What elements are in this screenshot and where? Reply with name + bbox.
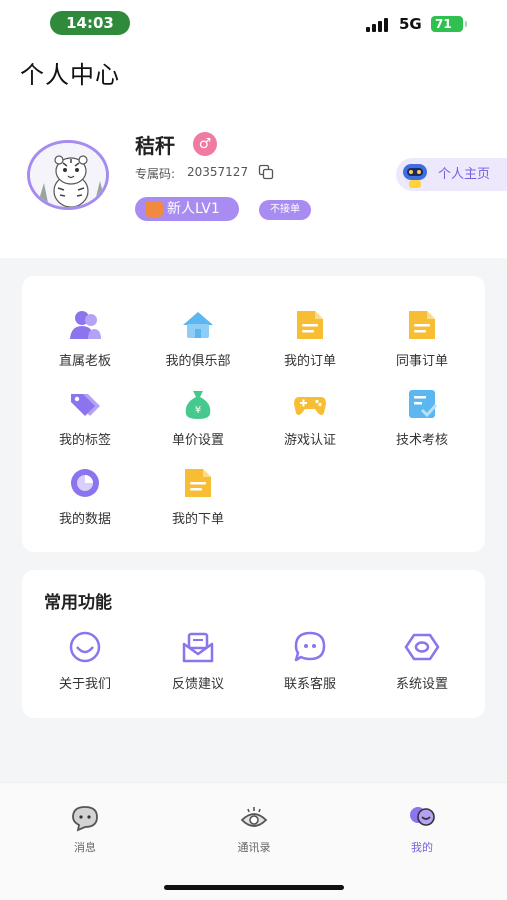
level-crown-icon xyxy=(145,201,163,217)
section-title: 常用功能 xyxy=(44,593,112,613)
money-bag-icon: ¥ xyxy=(185,391,211,419)
level-label: 新人LV1 xyxy=(167,201,220,217)
menu-item-direct-boss[interactable]: 直属老板 xyxy=(35,309,135,369)
mail-icon xyxy=(182,632,214,663)
menu-item-my-orders[interactable]: 我的订单 xyxy=(260,309,360,369)
person-group-icon xyxy=(70,311,101,339)
profile-icon xyxy=(410,807,435,826)
menu-item-label: 我的标签 xyxy=(58,433,111,448)
menu-item-skill-assessment[interactable]: 技术考核 xyxy=(372,388,472,448)
level-badge: 新人LV1 xyxy=(135,197,239,221)
menu-item-label: 游戏认证 xyxy=(283,433,336,448)
document-icon xyxy=(185,469,211,497)
menu-item-label: 单价设置 xyxy=(171,433,224,448)
tab-messages[interactable]: 消息 xyxy=(40,803,130,855)
menu-item-label: 我的订单 xyxy=(283,354,336,369)
common-item-system-settings[interactable]: 系统设置 xyxy=(372,630,472,692)
network-type: 5G xyxy=(399,15,422,33)
male-icon: ♂ xyxy=(193,132,217,156)
common-item-label: 联系客服 xyxy=(283,677,336,692)
common-item-label: 反馈建议 xyxy=(171,677,224,692)
tab-label: 消息 xyxy=(74,841,96,854)
common-item-contact-support[interactable]: 联系客服 xyxy=(260,630,360,692)
menu-item-price-settings[interactable]: ¥ 单价设置 xyxy=(148,388,248,448)
menu-item-label: 我的俱乐部 xyxy=(165,354,231,369)
home-indicator xyxy=(164,885,344,890)
signal-icon xyxy=(366,18,392,32)
common-item-about-us[interactable]: 关于我们 xyxy=(35,630,135,692)
menu-item-my-tags[interactable]: 我的标签 xyxy=(35,388,135,448)
gamepad-icon xyxy=(294,397,326,415)
menu-item-my-data[interactable]: 我的数据 xyxy=(35,467,135,527)
menu-item-label: 技术考核 xyxy=(395,433,448,448)
pie-chart-icon xyxy=(71,469,99,497)
common-item-feedback[interactable]: 反馈建议 xyxy=(148,630,248,692)
svg-text:¥: ¥ xyxy=(195,405,201,416)
screen: { "status_bar": {"time": "14:03", "netwo… xyxy=(0,0,507,900)
code-value: 20357127 xyxy=(187,165,249,179)
tab-bar: 消息 通讯录 我的 xyxy=(0,782,507,900)
user-name: 秸秆 xyxy=(135,134,175,158)
menu-card: 直属老板 我的俱乐部 我的订单 同事订单 我的标签 ¥ 单价设置 游戏认证 技术… xyxy=(22,276,485,552)
order-status-badge[interactable]: 不接单 xyxy=(259,200,311,220)
battery-level: 71 xyxy=(435,17,452,31)
tag-icon xyxy=(71,394,100,416)
page-title: 个人中心 xyxy=(20,61,120,89)
personal-homepage-label: 个人主页 xyxy=(438,167,491,182)
hexagon-settings-icon xyxy=(404,633,440,661)
tab-mine[interactable]: 我的 xyxy=(377,803,467,855)
menu-item-my-club[interactable]: 我的俱乐部 xyxy=(148,309,248,369)
status-time: 14:03 xyxy=(50,11,130,35)
menu-item-label: 我的数据 xyxy=(58,512,111,527)
menu-item-my-placed-orders[interactable]: 我的下单 xyxy=(148,467,248,527)
house-icon xyxy=(183,312,213,338)
eye-icon xyxy=(240,807,268,827)
profile-header-bg xyxy=(0,0,507,258)
document-icon xyxy=(409,311,435,339)
common-functions-card: 常用功能 关于我们 反馈建议 联系客服 系统设置 xyxy=(22,570,485,718)
chat-bubble-icon xyxy=(294,631,326,662)
avatar[interactable] xyxy=(27,140,109,210)
checklist-icon xyxy=(409,390,438,418)
menu-item-label: 直属老板 xyxy=(58,354,111,369)
tab-contacts[interactable]: 通讯录 xyxy=(209,803,299,855)
code-label: 专属码: xyxy=(135,167,176,181)
copy-icon[interactable] xyxy=(258,164,274,180)
smile-icon xyxy=(69,631,101,663)
menu-item-label: 同事订单 xyxy=(395,354,448,369)
tab-label: 通讯录 xyxy=(237,841,271,854)
common-item-label: 关于我们 xyxy=(58,677,111,692)
tab-label: 我的 xyxy=(411,841,433,854)
message-icon xyxy=(72,806,98,832)
menu-item-game-certification[interactable]: 游戏认证 xyxy=(260,388,360,448)
robot-icon xyxy=(403,164,427,188)
common-item-label: 系统设置 xyxy=(395,677,448,692)
menu-item-label: 我的下单 xyxy=(171,512,224,527)
status-bar: 14:03 5G 71 xyxy=(0,8,507,38)
menu-item-colleague-orders[interactable]: 同事订单 xyxy=(372,309,472,369)
personal-homepage-button[interactable]: 个人主页 xyxy=(396,158,507,191)
document-icon xyxy=(297,311,323,339)
battery-icon: 71 xyxy=(431,16,467,32)
